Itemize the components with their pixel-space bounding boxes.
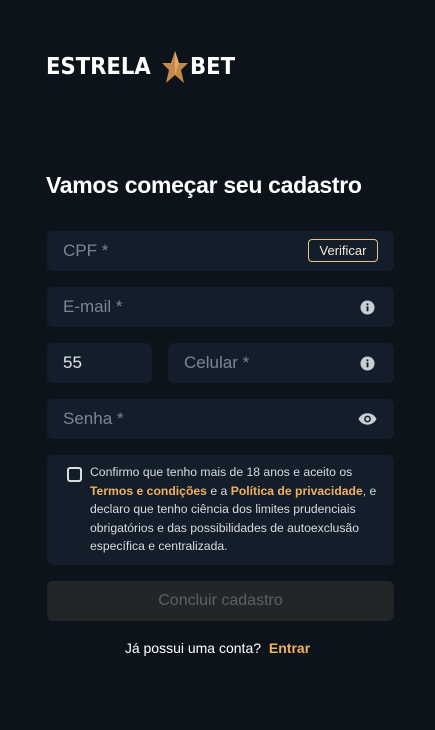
consent-text: Confirmo que tenho mais de 18 anos e ace…	[90, 463, 380, 556]
eye-icon[interactable]	[358, 412, 377, 426]
terms-link[interactable]: Termos e condições	[90, 484, 207, 498]
privacy-link[interactable]: Política de privacidade	[231, 484, 363, 498]
verify-button[interactable]: Verificar	[308, 239, 378, 262]
brand-logo[interactable]: ESTRELA BET	[46, 50, 239, 84]
country-code-field[interactable]: 55	[47, 343, 152, 383]
page-title: Vamos começar seu cadastro	[46, 172, 362, 198]
email-placeholder: E-mail *	[63, 297, 123, 316]
star-icon	[161, 51, 188, 83]
password-field[interactable]: Senha *	[47, 399, 394, 439]
phone-placeholder: Celular *	[184, 353, 250, 372]
password-placeholder: Senha *	[63, 409, 124, 428]
login-row: Já possui uma conta? Entrar	[0, 640, 435, 656]
phone-field[interactable]: Celular *	[168, 343, 394, 383]
cpf-placeholder: CPF *	[63, 241, 109, 260]
login-link[interactable]: Entrar	[269, 640, 310, 656]
info-icon	[360, 356, 375, 371]
consent-checkbox[interactable]	[67, 467, 82, 482]
info-icon	[360, 300, 375, 315]
country-code-value: 55	[63, 353, 82, 372]
logo-text-left: ESTRELA	[46, 54, 151, 80]
consent-text-1: Confirmo que tenho mais de 18 anos e ace…	[90, 465, 353, 479]
email-field[interactable]: E-mail *	[47, 287, 394, 327]
login-prompt: Já possui uma conta?	[124, 640, 262, 656]
logo-text-right: BET	[189, 54, 235, 80]
submit-button[interactable]: Concluir cadastro	[47, 581, 394, 621]
consent-text-2: e a	[210, 483, 228, 498]
cpf-field[interactable]: CPF * Verificar	[47, 231, 394, 271]
consent-box: Confirmo que tenho mais de 18 anos e ace…	[47, 455, 394, 565]
